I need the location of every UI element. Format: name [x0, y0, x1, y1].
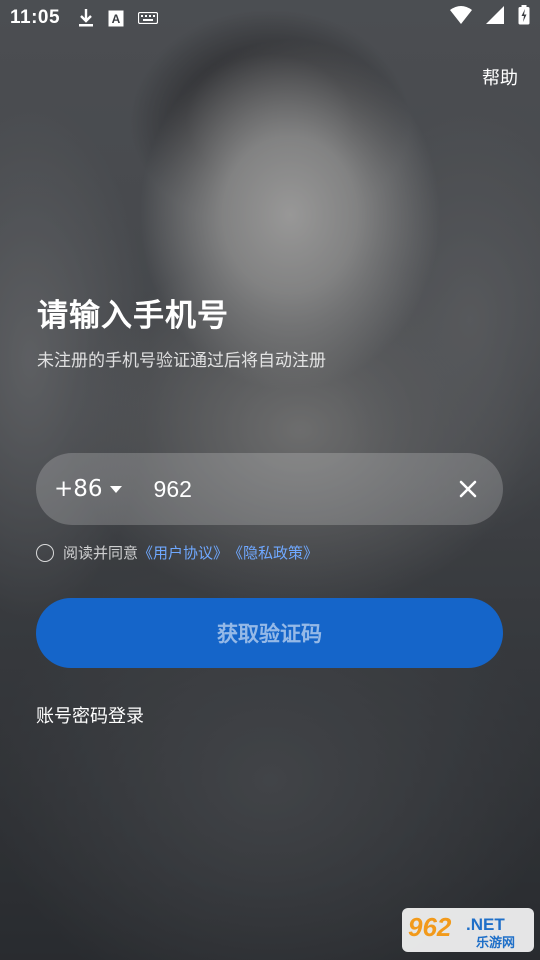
clear-icon[interactable]: [459, 480, 477, 498]
agreement-checkbox[interactable]: [36, 543, 54, 562]
privacy-policy-link[interactable]: 《隐私政策》: [228, 542, 318, 563]
agreement-row: 阅读并同意 《用户协议》 《隐私政策》: [36, 542, 318, 563]
agreement-prefix: 阅读并同意: [63, 544, 139, 562]
wifi-icon: [450, 6, 472, 30]
site-watermark-logo: 962 .NET 乐游网: [402, 908, 534, 952]
keyboard-icon: [138, 12, 159, 24]
watermark-cn: 乐游网: [476, 935, 515, 951]
status-time: 11:05: [10, 7, 61, 28]
page-subtitle: 未注册的手机号验证通过后将自动注册: [37, 351, 326, 371]
country-code-selector[interactable]: +86: [54, 476, 122, 502]
watermark-suffix: .NET: [466, 915, 505, 934]
get-code-button[interactable]: 获取验证码: [36, 598, 503, 668]
dropdown-arrow-icon: [109, 485, 122, 493]
status-bar: 11:05 A: [0, 0, 540, 36]
user-agreement-link[interactable]: 《用户协议》: [138, 542, 228, 563]
font-a-icon: A: [108, 10, 124, 27]
download-icon: [78, 8, 94, 28]
country-code-label: +86: [54, 476, 103, 502]
phone-input[interactable]: [153, 475, 424, 503]
help-button[interactable]: 帮助: [482, 64, 518, 90]
page-title: 请输入手机号: [37, 298, 229, 334]
password-login-link[interactable]: 账号密码登录: [36, 702, 144, 728]
battery-icon: [518, 5, 530, 31]
watermark-number: 962: [408, 912, 452, 942]
signal-icon: [486, 6, 504, 30]
phone-input-box: +86: [36, 453, 503, 525]
svg-text:A: A: [112, 12, 121, 26]
